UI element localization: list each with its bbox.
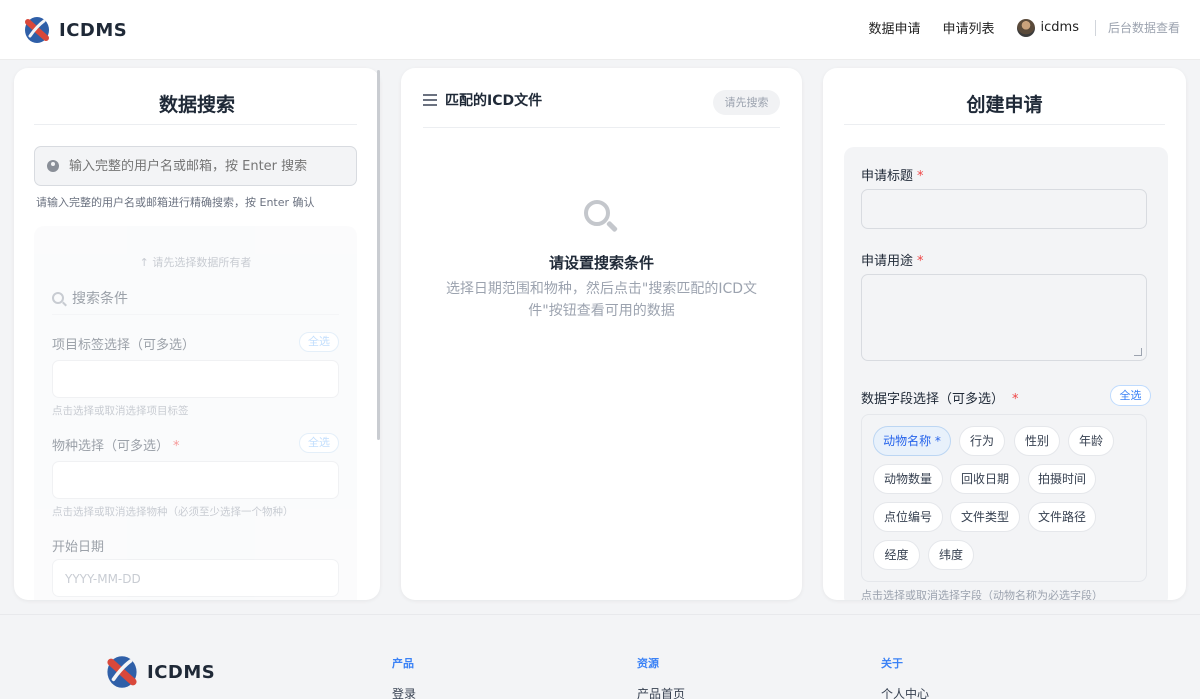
field-chip-shoot-time[interactable]: 拍摄时间	[1028, 464, 1096, 494]
footer-link-profile[interactable]: 个人中心	[881, 685, 929, 699]
data-search-panel: 数据搜索 请输入完整的用户名或邮箱进行精确搜索，按 Enter 确认 ↑ 请先选…	[14, 68, 380, 600]
tag-select-all-button[interactable]: 全选	[299, 332, 339, 352]
field-chip-latitude[interactable]: 纬度	[928, 540, 974, 570]
footer-column-about: 关于 个人中心	[881, 655, 929, 699]
mid-divider	[423, 127, 780, 128]
username: icdms	[1040, 20, 1079, 35]
empty-description: 选择日期范围和物种，然后点击"搜索匹配的ICD文件"按钮查看可用的数据	[445, 281, 758, 319]
field-chip-file-path[interactable]: 文件路径	[1028, 502, 1096, 532]
field-chip-age[interactable]: 年龄	[1068, 426, 1114, 456]
field-chip-longitude[interactable]: 经度	[873, 540, 920, 570]
footer-column-title: 资源	[637, 657, 659, 670]
matched-files-panel: 匹配的ICD文件 请先搜索 请设置搜索条件 选择日期范围和物种，然后点击"搜索匹…	[401, 68, 802, 600]
owner-search-input[interactable]	[69, 158, 339, 174]
title-divider	[34, 124, 357, 125]
matched-files-title: 匹配的ICD文件	[445, 93, 543, 109]
purpose-label-text: 申请用途	[861, 254, 914, 269]
footer-column-product: 产品 登录	[392, 655, 416, 699]
field-chip-animal-name[interactable]: 动物名称 *	[873, 426, 951, 456]
create-application-panel: 创建申请 申请标题 * 申请用途 * 数据字段选择（可多选） * 全选 动物名称 * …	[823, 68, 1186, 600]
nav-divider	[1094, 19, 1096, 36]
conditions-divider	[52, 314, 339, 315]
footer-link-home[interactable]: 产品首页	[637, 685, 685, 699]
title-label: 申请标题 *	[861, 165, 924, 184]
search-first-badge: 请先搜索	[713, 90, 780, 115]
logo-icon	[107, 656, 137, 688]
start-date-label: 开始日期	[52, 540, 105, 555]
top-nav: 数据申请 申请列表 icdms 后台数据查看	[847, 18, 1180, 37]
field-chip-area: 动物名称 * 行为 性别 年龄 动物数量 回收日期 拍摄时间 点位编号 文件类型…	[861, 414, 1147, 582]
search-hint: 请输入完整的用户名或邮箱进行精确搜索，按 Enter 确认	[36, 196, 315, 209]
species-hint: 点击选择或取消选择物种（必须至少选择一个物种）	[52, 506, 294, 518]
conditions-title: 搜索条件	[72, 291, 128, 307]
species-label-text: 物种选择（可多选）	[52, 439, 170, 454]
empty-title: 请设置搜索条件	[548, 254, 654, 272]
tag-label: 项目标签选择（可多选）	[52, 338, 196, 353]
footer-link-login[interactable]: 登录	[392, 685, 416, 699]
footer-brand-name: ICDMS	[147, 661, 216, 683]
application-title-input[interactable]	[861, 189, 1147, 229]
tag-select-field[interactable]	[52, 360, 339, 398]
fields-label: 数据字段选择（可多选） *	[861, 388, 1019, 407]
application-form: 申请标题 * 申请用途 * 数据字段选择（可多选） * 全选 动物名称 * 行为 性别…	[844, 147, 1168, 600]
species-label: 物种选择（可多选） *	[52, 435, 180, 454]
footer-column-title: 产品	[392, 657, 414, 670]
field-chip-site-id[interactable]: 点位编号	[873, 502, 943, 532]
required-mark: *	[917, 169, 924, 184]
required-mark: *	[917, 254, 924, 269]
search-icon	[52, 292, 64, 304]
top-header: ICDMS 数据申请 申请列表 icdms 后台数据查看	[0, 0, 1200, 60]
species-select-field[interactable]	[52, 461, 339, 499]
brand-logo[interactable]: ICDMS	[24, 16, 127, 44]
fields-hint: 点击选择或取消选择字段（动物名称为必选字段）	[861, 589, 1103, 600]
matched-files-header: 匹配的ICD文件	[423, 90, 542, 110]
fields-label-text: 数据字段选择（可多选）	[861, 392, 1005, 407]
panel-title: 数据搜索	[158, 94, 235, 116]
owner-tip: ↑ 请先选择数据所有者	[139, 256, 252, 269]
field-chip-file-type[interactable]: 文件类型	[950, 502, 1020, 532]
purpose-label: 申请用途 *	[861, 250, 924, 269]
start-date-input[interactable]: YYYY-MM-DD	[52, 559, 339, 597]
required-mark: *	[1012, 392, 1019, 407]
brand-name: ICDMS	[59, 19, 128, 41]
required-mark: *	[173, 439, 180, 454]
user-circle-icon	[47, 160, 59, 172]
nav-admin-view[interactable]: 后台数据查看	[1108, 19, 1180, 36]
species-select-all-button[interactable]: 全选	[299, 433, 339, 453]
field-chip-behavior[interactable]: 行为	[959, 426, 1005, 456]
avatar	[1016, 18, 1035, 37]
footer-logo[interactable]: ICDMS	[106, 655, 215, 689]
footer-column-title: 关于	[881, 657, 903, 670]
nav-data-apply[interactable]: 数据申请	[869, 18, 921, 37]
nav-apply-list[interactable]: 申请列表	[943, 18, 995, 37]
field-chip-animal-count[interactable]: 动物数量	[873, 464, 943, 494]
owner-search-box[interactable]	[34, 146, 357, 186]
tag-hint: 点击选择或取消选择项目标签	[52, 405, 189, 417]
logo-icon	[25, 17, 49, 43]
panel-title: 创建申请	[966, 94, 1043, 116]
page-footer: ICDMS 产品 登录 资源 产品首页 关于 个人中心	[0, 614, 1200, 699]
field-chip-recovery-date[interactable]: 回收日期	[950, 464, 1020, 494]
user-menu[interactable]: icdms	[1016, 18, 1079, 37]
title-label-text: 申请标题	[861, 169, 914, 184]
scrollbar[interactable]	[377, 70, 380, 440]
fields-select-all-button[interactable]: 全选	[1110, 385, 1151, 406]
application-purpose-textarea[interactable]	[861, 274, 1147, 361]
search-conditions-card: ↑ 请先选择数据所有者 搜索条件 项目标签选择（可多选） 全选 点击选择或取消选…	[34, 226, 357, 600]
list-icon	[423, 94, 437, 106]
conditions-header: 搜索条件	[52, 288, 128, 308]
empty-search-icon	[584, 200, 619, 233]
resize-handle-icon[interactable]	[1134, 348, 1142, 356]
field-chip-gender[interactable]: 性别	[1014, 426, 1060, 456]
footer-column-resources: 资源 产品首页	[637, 655, 685, 699]
title-divider	[844, 124, 1165, 125]
